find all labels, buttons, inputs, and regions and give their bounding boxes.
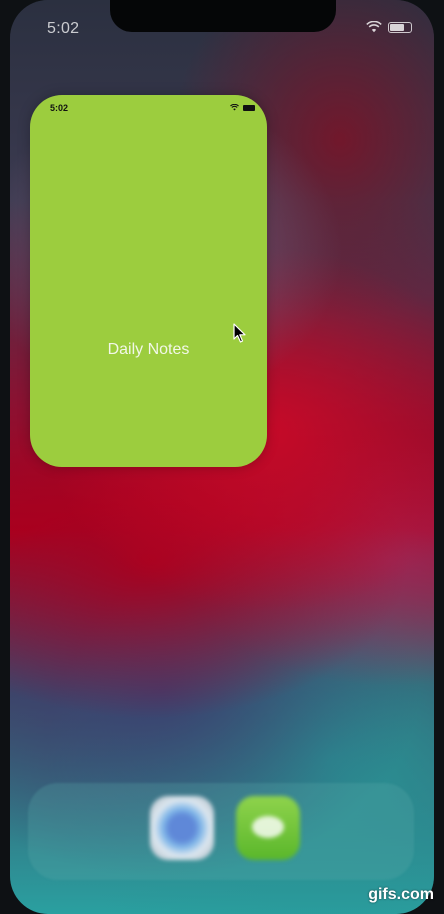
app-title: Daily Notes <box>107 341 190 358</box>
card-status-time: 5:02 <box>50 103 69 113</box>
watermark-logo: gifs.com <box>368 886 434 903</box>
mouse-cursor-icon <box>233 323 246 343</box>
wifi-icon <box>230 104 239 111</box>
status-bar-time: 5:02 <box>47 20 80 37</box>
phone-screen: 5:02 5:02 Daily Notes <box>10 0 434 914</box>
app-switcher-card-daily-notes[interactable]: 5:02 Daily Notes <box>30 95 267 467</box>
battery-icon <box>243 104 255 111</box>
messages-bubble-icon <box>252 816 284 838</box>
wifi-icon <box>366 21 382 33</box>
battery-icon <box>388 21 412 33</box>
status-bar-icons <box>366 21 412 33</box>
card-status-icons <box>230 104 255 111</box>
dock <box>28 783 414 880</box>
messages-icon[interactable] <box>236 796 300 860</box>
phone-notch <box>110 0 336 32</box>
safari-icon[interactable] <box>150 796 214 860</box>
